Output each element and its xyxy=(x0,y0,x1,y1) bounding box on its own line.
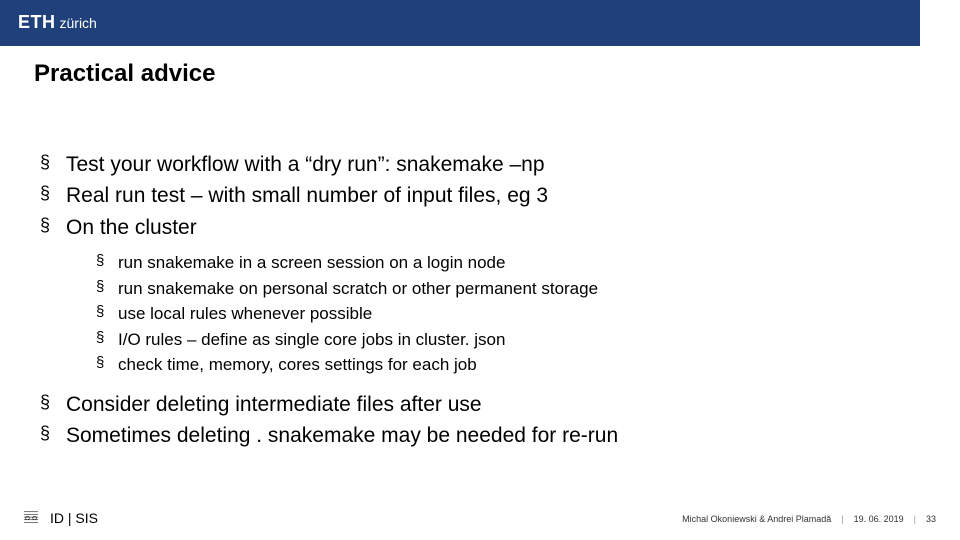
list-item: Consider deleting intermediate files aft… xyxy=(34,390,960,419)
list-item: Test your workflow with a “dry run”: sna… xyxy=(34,150,960,179)
list-item: Sometimes deleting . snakemake may be ne… xyxy=(34,421,960,450)
date: 19. 06. 2019 xyxy=(854,514,904,524)
list-item-text: On the cluster xyxy=(66,216,197,239)
sub-list: run snakemake in a screen session on a l… xyxy=(94,250,960,378)
logo-light: zürich xyxy=(60,15,97,31)
content-area: Test your workflow with a “dry run”: sna… xyxy=(34,150,960,450)
bullet-list: Test your workflow with a “dry run”: sna… xyxy=(34,150,960,450)
footer-right: Michal Okoniewski & Andrei Plamadă | 19.… xyxy=(682,514,936,524)
list-item: I/O rules – define as single core jobs i… xyxy=(94,327,960,353)
header-bar: ETH zürich xyxy=(0,0,920,46)
page-number: 33 xyxy=(926,514,936,524)
list-item: run snakemake on personal scratch or oth… xyxy=(94,276,960,302)
separator: | xyxy=(914,514,916,524)
eth-logo: ETH zürich xyxy=(18,12,97,33)
authors: Michal Okoniewski & Andrei Plamadă xyxy=(682,514,831,524)
list-item: run snakemake in a screen session on a l… xyxy=(94,250,960,276)
page-title: Practical advice xyxy=(34,60,960,88)
logo-bold: ETH xyxy=(18,12,56,33)
list-item: check time, memory, cores settings for e… xyxy=(94,352,960,378)
separator: | xyxy=(841,514,843,524)
list-item: On the cluster run snakemake in a screen… xyxy=(34,213,960,378)
department-label: ID | SIS xyxy=(50,510,98,526)
footer: ID | SIS Michal Okoniewski & Andrei Plam… xyxy=(0,506,960,526)
institution-seal-icon xyxy=(22,510,40,526)
list-item: use local rules whenever possible xyxy=(94,301,960,327)
footer-left: ID | SIS xyxy=(22,510,98,526)
list-item: Real run test – with small number of inp… xyxy=(34,181,960,210)
